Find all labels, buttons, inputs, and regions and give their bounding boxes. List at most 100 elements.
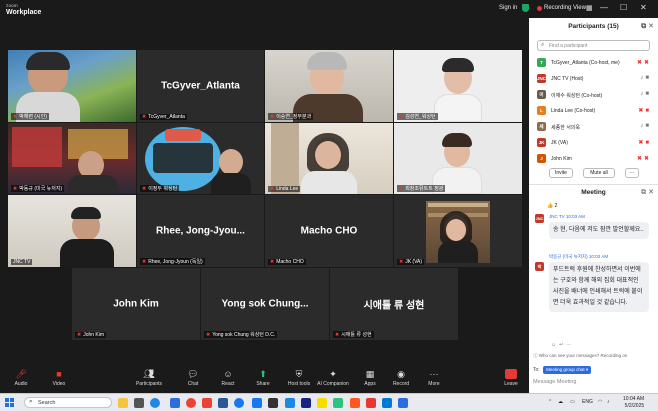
- video-tile[interactable]: Rhee, Jong-Jyou... ✖ Rhee, Jong-Jyoun (독일…: [137, 195, 264, 267]
- react-button[interactable]: ☺ React: [217, 369, 239, 387]
- cloud-icon[interactable]: ☁: [558, 399, 563, 405]
- participant-item[interactable]: T TcGyver_Atlanta (Co-host, me) ✖✖: [537, 55, 655, 71]
- volume-icon[interactable]: ♪: [607, 399, 610, 405]
- avatar: L: [537, 106, 546, 115]
- more-options-button[interactable]: ···: [625, 168, 639, 178]
- mail-icon[interactable]: [202, 398, 212, 408]
- start-menu-icon[interactable]: [5, 398, 14, 407]
- participant-item[interactable]: JNC JNC TV (Host) ♪■: [537, 71, 655, 87]
- messenger-icon[interactable]: [285, 398, 295, 408]
- minimize-icon[interactable]: —: [600, 3, 608, 12]
- host-tools-button[interactable]: ⛨ Host tools: [286, 369, 312, 387]
- participant-item[interactable]: J John Kim ✖✖: [537, 151, 655, 167]
- side-panel: Participants (15) ⧉ ✕ ⌕ Find a participa…: [529, 18, 658, 393]
- shield-icon[interactable]: [522, 4, 529, 12]
- more-icon: ···: [429, 369, 439, 379]
- app-red-icon[interactable]: [366, 398, 376, 408]
- video-tile[interactable]: ✖ 이정두 워싱턴: [137, 123, 264, 194]
- view-button[interactable]: View: [573, 5, 586, 11]
- facebook-icon[interactable]: [234, 398, 244, 408]
- message-input[interactable]: Message Meeting: [533, 379, 576, 385]
- participant-item[interactable]: L Linda Lee (Co-host) ✖■: [537, 103, 655, 119]
- video-tile[interactable]: ✖ Linda Lee: [265, 123, 393, 194]
- sparkle-icon: ✦: [329, 369, 337, 379]
- chrome-icon[interactable]: [186, 398, 196, 408]
- who-can-see-notice[interactable]: ⓘ Who can see your messages? Recording o…: [533, 353, 627, 359]
- video-tile[interactable]: ✖ 최창조뮤트트 정광: [394, 123, 522, 194]
- participant-item[interactable]: 세 세종한 서의욱 ♪■: [537, 119, 655, 135]
- app-l-icon[interactable]: [301, 398, 311, 408]
- close-panel-icon[interactable]: ✕: [648, 23, 654, 30]
- camera-off-icon: ■: [56, 369, 62, 379]
- video-gallery: ✖ 박해련 (시인) TcGyver_Atlanta ✖ TcGyver_Atlan…: [0, 18, 529, 365]
- video-tile-active-speaker[interactable]: JNC TV: [8, 195, 136, 267]
- message-text: 푸드트럭 후원에 찬성하면서 이번에는 구호와 함께 해외 집회 대표적인 사진…: [549, 262, 649, 312]
- video-tile[interactable]: ✖ 이승연_정부분과: [265, 50, 393, 122]
- language-indicator[interactable]: ENG: [582, 399, 593, 405]
- close-chat-icon[interactable]: ✕: [648, 189, 654, 196]
- participant-item[interactable]: 이 이재수 워싱턴 (Co-host) ♪■: [537, 87, 655, 103]
- battery-icon[interactable]: ▭: [570, 399, 575, 405]
- video-tile[interactable]: ✖ 김성연_워싱턴: [394, 50, 522, 122]
- popout-icon[interactable]: ⧉: [641, 189, 646, 196]
- word-icon[interactable]: [218, 398, 228, 408]
- terminal-icon[interactable]: [268, 398, 278, 408]
- view-grid-icon[interactable]: ▦: [586, 4, 593, 12]
- video-tile[interactable]: TcGyver_Atlanta ✖ TcGyver_Atlanta: [137, 50, 264, 122]
- video-tile[interactable]: ✖ JK (VA): [394, 195, 522, 267]
- record-button[interactable]: ◉ Record: [390, 369, 412, 387]
- wifi-icon[interactable]: ◠: [598, 399, 602, 405]
- share-button[interactable]: ⬆ Share: [252, 369, 274, 387]
- ai-companion-button[interactable]: ✦ AI Companion: [316, 369, 350, 387]
- popout-icon[interactable]: ⧉: [641, 23, 646, 30]
- video-tile[interactable]: John Kim ✖ John Kim: [72, 268, 200, 340]
- participant-name: ✖ 박동규 (미국 뉴저지): [11, 185, 65, 192]
- participant-video: [137, 123, 264, 194]
- mute-all-button[interactable]: Mute all: [583, 168, 615, 178]
- participant-search-input[interactable]: ⌕ Find a participant: [537, 40, 650, 51]
- taskbar-search-input[interactable]: ⌕ Search: [24, 397, 112, 408]
- sign-in-link[interactable]: Sign in: [499, 5, 517, 11]
- facebook-app-icon[interactable]: [252, 398, 262, 408]
- video-tile[interactable]: Macho CHO ✖ Macho CHO: [265, 195, 393, 267]
- taskbar-clock[interactable]: 10:04 AM 5/2/2025: [623, 396, 644, 410]
- invite-button[interactable]: Invite: [549, 168, 573, 178]
- video-button[interactable]: ■ Video: [48, 369, 70, 387]
- avatar: 박: [535, 262, 544, 271]
- recording-status[interactable]: Recording: [544, 5, 571, 11]
- more-button[interactable]: ··· More: [424, 369, 444, 387]
- chat-button[interactable]: 💬︎ Chat: [183, 369, 203, 387]
- kakao-icon[interactable]: [317, 398, 327, 408]
- app-green-icon[interactable]: [333, 398, 343, 408]
- message-actions[interactable]: ☺↩︎⋯: [551, 342, 574, 348]
- participant-item[interactable]: JK JK (VA) ✖■: [537, 135, 655, 151]
- avatar: 세: [537, 122, 546, 131]
- leave-button[interactable]: Leave: [500, 369, 522, 387]
- maximize-icon[interactable]: ☐: [620, 3, 627, 12]
- close-icon[interactable]: ✕: [640, 3, 647, 12]
- participant-name: ✖ Macho CHO: [268, 259, 306, 265]
- video-tile[interactable]: ✖ 박동규 (미국 뉴저지): [8, 123, 136, 194]
- participant-name: ✖ 최창조뮤트트 정광: [397, 185, 446, 192]
- participant-name: ✖ JK (VA): [397, 259, 425, 265]
- zoom-app-icon[interactable]: [170, 398, 180, 408]
- tray-chevron-icon[interactable]: ⌃: [548, 399, 552, 405]
- vscode-icon[interactable]: [382, 398, 392, 408]
- edge-icon[interactable]: [150, 398, 160, 408]
- audio-button[interactable]: 🎤︎ Audio: [10, 369, 32, 387]
- video-tile[interactable]: ✖ 박해련 (시인): [8, 50, 136, 122]
- recipient-dropdown[interactable]: Meeting group chat ▾: [543, 366, 592, 374]
- video-tile[interactable]: 시애틀 류 성현 ✖ 시애틀 류 성현: [330, 268, 458, 340]
- participants-button[interactable]: 👥︎ 15 Participants: [134, 368, 164, 387]
- task-view-icon[interactable]: [134, 398, 144, 408]
- zoom-taskbar-icon[interactable]: [398, 398, 408, 408]
- app-orange-icon[interactable]: [350, 398, 360, 408]
- chat-icon: 💬︎: [187, 369, 199, 379]
- mic-muted-icon: ✖: [335, 332, 340, 338]
- file-explorer-icon[interactable]: [118, 398, 128, 408]
- participant-name: ✖ Rhee, Jong-Jyoun (독일): [140, 258, 205, 265]
- message-reaction[interactable]: 👍 2: [547, 203, 557, 209]
- video-tile[interactable]: Yong sok Chung... ✖ Yong sok Chung 워싱턴 D.…: [201, 268, 329, 340]
- mic-muted-icon: 🎤︎: [15, 369, 27, 379]
- apps-button[interactable]: ▦ Apps: [360, 369, 380, 387]
